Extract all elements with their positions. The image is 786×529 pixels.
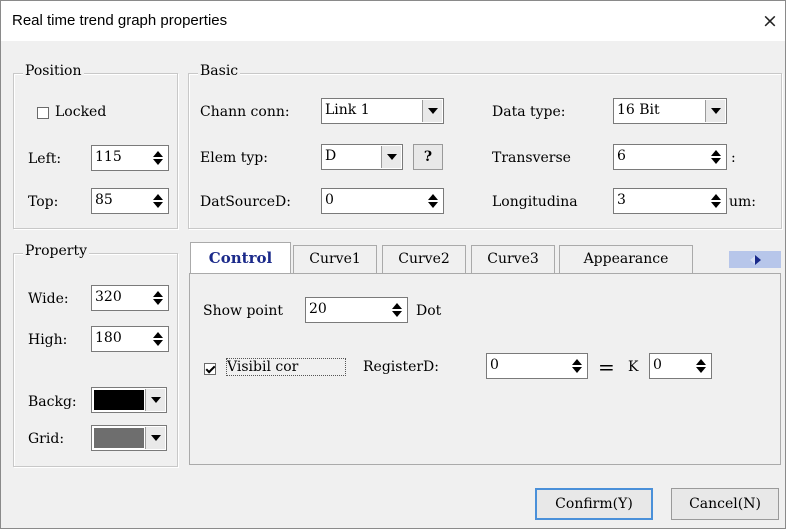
cancel-button[interactable]: Cancel(N): [671, 488, 779, 520]
grid-label: Grid:: [28, 431, 65, 447]
transverse-value: 6: [617, 148, 626, 164]
elem-typ-label: Elem typ:: [200, 150, 268, 166]
chevron-down-icon[interactable]: [145, 389, 165, 411]
wide-spinbox[interactable]: 320: [91, 285, 169, 311]
show-point-spinbox[interactable]: 20: [305, 297, 408, 323]
longitudinal-spinbox[interactable]: 3: [613, 188, 727, 214]
data-type-select[interactable]: 16 Bit: [613, 98, 727, 124]
spin-arrows-icon[interactable]: [149, 190, 167, 212]
grid-color-select[interactable]: [91, 425, 167, 451]
data-type-value: 16 Bit: [617, 102, 660, 118]
spin-arrows-icon[interactable]: [692, 355, 710, 377]
tab-scroll-left-icon[interactable]: [729, 251, 755, 268]
position-legend: Position: [23, 63, 84, 79]
grid-color-swatch: [94, 428, 144, 448]
chevron-down-icon[interactable]: [381, 146, 401, 168]
top-label: Top:: [28, 194, 59, 210]
visibil-label: Visibil cor: [226, 358, 346, 376]
transverse-suffix: :: [731, 150, 736, 166]
registerd-value: 0: [490, 357, 499, 373]
elem-typ-value: D: [325, 148, 337, 164]
left-spinbox[interactable]: 115: [91, 145, 169, 171]
top-value: 85: [95, 192, 113, 208]
backg-color-swatch: [94, 390, 144, 410]
longitudinal-value: 3: [617, 192, 626, 208]
show-point-value: 20: [309, 301, 327, 317]
chann-conn-value: Link 1: [325, 102, 370, 118]
chann-conn-label: Chann conn:: [200, 104, 290, 120]
registerd-label: RegisterD:: [363, 359, 439, 375]
tab-curve1[interactable]: Curve1: [293, 245, 377, 273]
elem-typ-select[interactable]: D: [321, 144, 403, 170]
property-legend: Property: [23, 243, 90, 259]
show-point-label: Show point: [203, 303, 283, 319]
spin-arrows-icon[interactable]: [707, 146, 725, 168]
tab-curve2[interactable]: Curve2: [382, 245, 466, 273]
data-type-label: Data type:: [492, 104, 566, 120]
registerd-spinbox[interactable]: 0: [486, 353, 588, 379]
locked-checkbox[interactable]: [37, 107, 49, 119]
spin-arrows-icon[interactable]: [568, 355, 586, 377]
backg-label: Backg:: [28, 394, 77, 410]
longitudinal-label: Longitudina: [492, 194, 578, 210]
high-spinbox[interactable]: 180: [91, 326, 169, 352]
spin-arrows-icon[interactable]: [388, 299, 406, 321]
visibil-checkbox[interactable]: [204, 363, 216, 375]
chevron-down-icon[interactable]: [422, 100, 442, 122]
chevron-down-icon[interactable]: [705, 100, 725, 122]
close-icon[interactable]: ×: [758, 9, 782, 33]
tab-appearance[interactable]: Appearance: [559, 245, 693, 273]
confirm-button[interactable]: Confirm(Y): [535, 488, 653, 520]
chevron-down-icon[interactable]: [145, 427, 165, 449]
title-bar: Real time trend graph properties ×: [1, 1, 785, 41]
transverse-label: Transverse: [492, 150, 571, 166]
chann-conn-select[interactable]: Link 1: [321, 98, 444, 124]
datsource-spinbox[interactable]: 0: [321, 188, 444, 214]
wide-value: 320: [95, 289, 122, 305]
tab-scroll-right-icon[interactable]: [755, 251, 781, 268]
tab-curve3[interactable]: Curve3: [471, 245, 555, 273]
spin-arrows-icon[interactable]: [424, 190, 442, 212]
k-spinbox[interactable]: 0: [649, 353, 712, 379]
dot-label: Dot: [416, 303, 442, 319]
transverse-spinbox[interactable]: 6: [613, 144, 727, 170]
datsource-label: DatSourceD:: [200, 194, 291, 210]
high-value: 180: [95, 330, 122, 346]
help-button[interactable]: ?: [413, 144, 443, 170]
spin-arrows-icon[interactable]: [149, 287, 167, 309]
basic-legend: Basic: [198, 63, 241, 79]
k-label: K: [628, 359, 639, 375]
high-label: High:: [28, 332, 68, 348]
equals-label: =: [598, 355, 615, 379]
datsource-value: 0: [325, 192, 334, 208]
dialog-title: Real time trend graph properties: [12, 12, 228, 29]
top-spinbox[interactable]: 85: [91, 188, 169, 214]
longitudinal-suffix: um:: [729, 194, 757, 210]
k-value: 0: [653, 357, 662, 373]
properties-dialog: Real time trend graph properties × Posit…: [0, 0, 786, 529]
tab-scroll-buttons: [729, 251, 781, 268]
spin-arrows-icon[interactable]: [149, 328, 167, 350]
spin-arrows-icon[interactable]: [149, 147, 167, 169]
spin-arrows-icon[interactable]: [707, 190, 725, 212]
wide-label: Wide:: [28, 291, 69, 307]
left-label: Left:: [28, 151, 62, 167]
locked-label: Locked: [55, 104, 107, 120]
left-value: 115: [95, 149, 122, 165]
backg-color-select[interactable]: [91, 387, 167, 413]
tab-control[interactable]: Control: [190, 242, 291, 273]
